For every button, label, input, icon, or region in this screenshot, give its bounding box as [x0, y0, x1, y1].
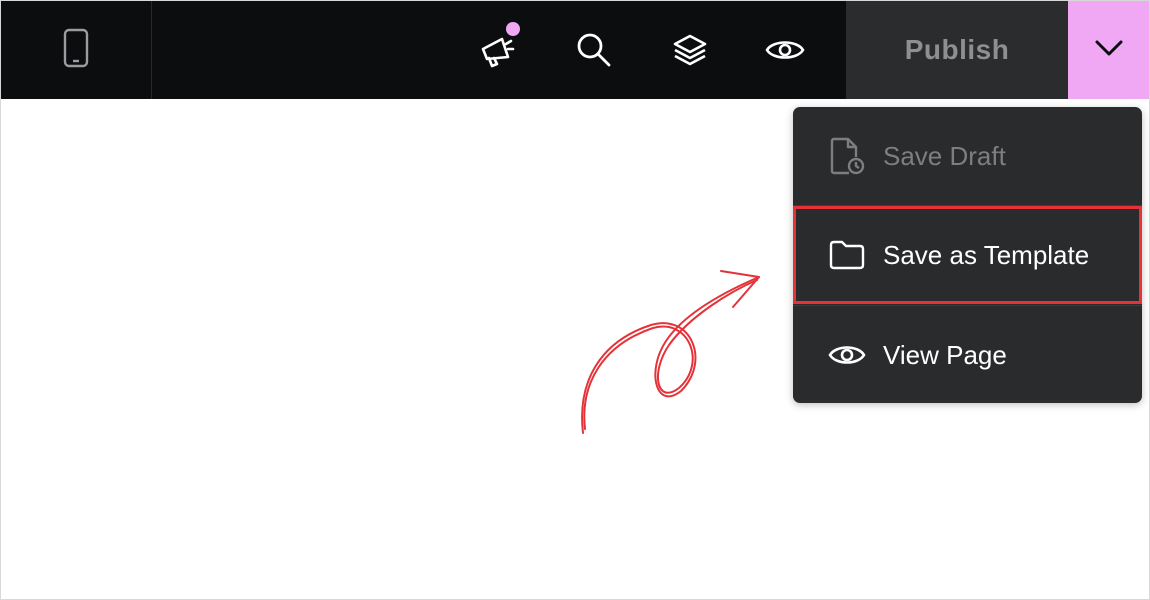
notification-dot: [506, 22, 520, 36]
search-icon: [575, 31, 613, 69]
chevron-down-icon: [1094, 39, 1124, 62]
menu-item-label: View Page: [883, 339, 1007, 370]
megaphone-icon: [478, 30, 518, 70]
eye-icon: [827, 335, 867, 375]
file-clock-icon: [827, 136, 867, 176]
announcements-button[interactable]: [463, 1, 533, 99]
menu-item-label: Save as Template: [883, 239, 1090, 270]
annotation-arrow: [571, 261, 771, 446]
menu-item-view-page[interactable]: View Page: [793, 306, 1142, 403]
folder-icon: [827, 235, 867, 275]
publish-button[interactable]: Publish: [846, 1, 1068, 99]
preview-button[interactable]: [750, 1, 820, 99]
editor-window: Publish Save Draft Save as Template View…: [0, 0, 1150, 600]
menu-item-save-draft[interactable]: Save Draft: [793, 107, 1142, 205]
device-toggle-button[interactable]: [1, 1, 152, 99]
layers-icon: [672, 33, 708, 67]
search-button[interactable]: [559, 1, 629, 99]
menu-item-save-as-template[interactable]: Save as Template: [793, 206, 1142, 304]
publish-options-menu: Save Draft Save as Template View Page: [793, 107, 1142, 403]
publish-options-toggle[interactable]: [1068, 1, 1149, 99]
smartphone-icon: [63, 28, 89, 73]
layers-button[interactable]: [655, 1, 725, 99]
top-toolbar: Publish: [1, 1, 1149, 99]
eye-icon: [765, 36, 805, 64]
menu-item-label: Save Draft: [883, 140, 1006, 171]
